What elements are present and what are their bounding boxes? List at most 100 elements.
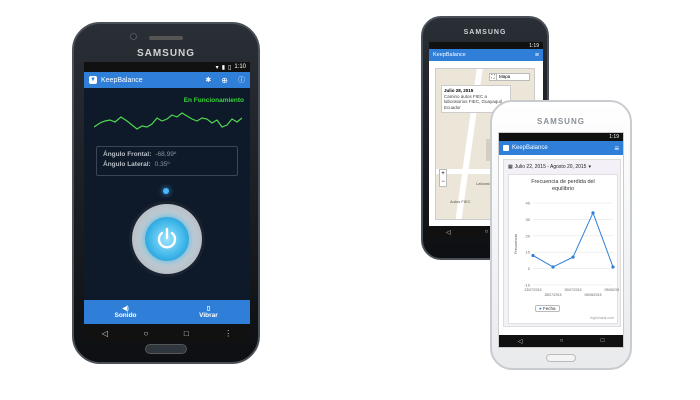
y-tick-label: -10	[524, 283, 531, 288]
date-range: Julio 22, 2015 - Agosto 20, 2015	[514, 164, 587, 170]
map-label: Autos FIEC	[450, 199, 471, 204]
angle-front-value: -68.99º	[155, 151, 177, 158]
status-time: 1:10	[234, 64, 246, 70]
date-range-picker[interactable]: ▦ Julio 22, 2015 - Agosto 20, 2015 ▾	[508, 164, 591, 170]
legend-marker: ●	[539, 306, 542, 311]
fullscreen-icon[interactable]: ⛶	[489, 73, 497, 81]
wave-line	[94, 112, 242, 130]
stage: SAMSUNG ▾ ▮ ▯ 1:10 ▼ KeepBalance ✱ ⊕ ⓘ E…	[0, 0, 700, 400]
y-tick-label: 30	[526, 217, 531, 222]
home-nav-icon[interactable]: ○	[560, 338, 564, 344]
chart-phone: SAMSUNG 1:19 KeepBalance ≡ ▦ Julio 22, 2…	[490, 100, 632, 370]
angle-side-label: Ángulo Lateral:	[103, 161, 151, 168]
x-tick-label: 28/07/2015	[545, 293, 562, 297]
power-button[interactable]	[132, 204, 202, 274]
zoom-in-button[interactable]: +	[440, 170, 446, 178]
bottom-actions: ◀) Sonido ▯ Vibrar	[84, 300, 250, 324]
x-tick-label: 05/08/2015	[585, 293, 602, 297]
x-tick-label: 30/07/2015	[565, 288, 582, 292]
calendar-icon: ▦	[508, 164, 513, 170]
home-nav-icon[interactable]: ○	[485, 229, 489, 235]
sound-button[interactable]: ◀) Sonido	[84, 300, 167, 324]
angle-side-value: 0.35º	[154, 161, 170, 168]
chart-credit: highcharts.com	[590, 316, 614, 320]
chart-card: ▦ Julio 22, 2015 - Agosto 20, 2015 ▾ Fre…	[503, 159, 621, 327]
data-point	[611, 265, 615, 269]
series-line	[532, 211, 614, 268]
home-hardware-button[interactable]	[546, 354, 576, 362]
y-tick-label: 40	[526, 201, 531, 206]
info-icon[interactable]: ⓘ	[238, 75, 245, 85]
status-bar: 1:19	[429, 42, 543, 49]
recents-nav-icon[interactable]: □	[184, 329, 189, 338]
menu-nav-icon[interactable]: ⋮	[224, 329, 232, 338]
status-time: 1:19	[529, 42, 539, 49]
vibrate-button[interactable]: ▯ Vibrar	[167, 300, 250, 324]
signal-icon: ▮	[221, 64, 225, 71]
settings-icon[interactable]: ✱	[205, 76, 211, 84]
recents-nav-icon[interactable]: □	[601, 338, 605, 344]
x-tick-label: 09/08/2015	[605, 288, 619, 292]
app-logo-icon	[503, 145, 509, 151]
battery-icon: ▯	[228, 64, 232, 71]
zoom-out-button[interactable]: −	[440, 178, 446, 186]
speaker-icon: ◀)	[122, 306, 129, 312]
app-title: KeepBalance	[433, 52, 466, 58]
data-point	[531, 253, 535, 258]
app-logo-icon: ▼	[89, 76, 97, 84]
app-bar: KeepBalance ≡	[429, 49, 543, 61]
main-phone: SAMSUNG ▾ ▮ ▯ 1:10 ▼ KeepBalance ✱ ⊕ ⓘ E…	[72, 22, 260, 364]
back-nav-icon[interactable]: ◁	[446, 229, 451, 236]
angle-front-label: Ángulo Frontal:	[103, 151, 152, 158]
app-title: KeepBalance	[101, 76, 143, 84]
nav-bar: ◁ ○ □ ⋮	[84, 324, 250, 342]
brand-logo: SAMSUNG	[463, 29, 507, 36]
data-point	[571, 255, 575, 259]
main-screen: ▾ ▮ ▯ 1:10 ▼ KeepBalance ✱ ⊕ ⓘ En Funcio…	[84, 62, 250, 342]
menu-icon[interactable]: ≡	[614, 144, 619, 153]
brand-logo: SAMSUNG	[136, 48, 196, 59]
status-bar: 1:19	[499, 133, 623, 141]
data-point	[591, 211, 595, 215]
status-time: 1:19	[609, 134, 619, 140]
legend-label: Fecha	[542, 306, 556, 311]
power-button-inner	[145, 217, 189, 261]
angle-side-row: Ángulo Lateral: 0.35º	[103, 161, 231, 168]
data-point	[551, 265, 555, 269]
status-bar: ▾ ▮ ▯ 1:10	[84, 62, 250, 72]
back-nav-icon[interactable]: ◁	[102, 329, 108, 338]
location-icon[interactable]: ⊕	[221, 76, 228, 85]
indicator-dot	[163, 188, 169, 194]
zoom-control: + −	[439, 169, 447, 187]
wifi-icon: ▾	[215, 64, 219, 71]
earpiece	[149, 36, 183, 40]
menu-icon[interactable]: ≡	[535, 52, 539, 59]
home-nav-icon[interactable]: ○	[143, 329, 148, 338]
front-camera	[130, 33, 137, 40]
chart-screen: 1:19 KeepBalance ≡ ▦ Julio 22, 2015 - Ag…	[498, 132, 624, 348]
legend[interactable]: ● Fecha	[535, 305, 560, 312]
y-tick-label: 20	[526, 233, 531, 238]
map-type-select[interactable]: Mapa	[496, 73, 530, 81]
angle-panel: Ángulo Frontal: -68.99º Ángulo Lateral: …	[96, 146, 238, 176]
chart-box: Frecuencia de perdida del equilibrio -10…	[508, 174, 619, 324]
sound-button-label: Sonido	[114, 312, 137, 319]
y-tick-label: 0	[528, 266, 531, 271]
vibrate-icon: ▯	[206, 306, 211, 312]
angle-front-row: Ángulo Frontal: -68.99º	[103, 151, 231, 158]
home-hardware-button[interactable]	[145, 344, 187, 354]
app-bar: KeepBalance ≡	[499, 141, 623, 155]
status-label: En Funcionamiento	[183, 97, 244, 104]
nav-bar: ◁ ○ □	[499, 335, 623, 347]
map-type-label: Mapa	[499, 74, 511, 79]
brand-logo: SAMSUNG	[537, 117, 585, 126]
vibrate-button-label: Vibrar	[199, 312, 218, 319]
balance-wave	[94, 112, 242, 130]
y-tick-label: 10	[526, 250, 531, 255]
app-bar: ▼ KeepBalance ✱ ⊕ ⓘ	[84, 72, 250, 88]
back-nav-icon[interactable]: ◁	[518, 338, 523, 345]
app-title: KeepBalance	[512, 145, 548, 151]
caret-down-icon: ▾	[588, 164, 591, 170]
power-icon	[157, 227, 177, 249]
x-tick-label: 23/07/2015	[525, 288, 542, 292]
